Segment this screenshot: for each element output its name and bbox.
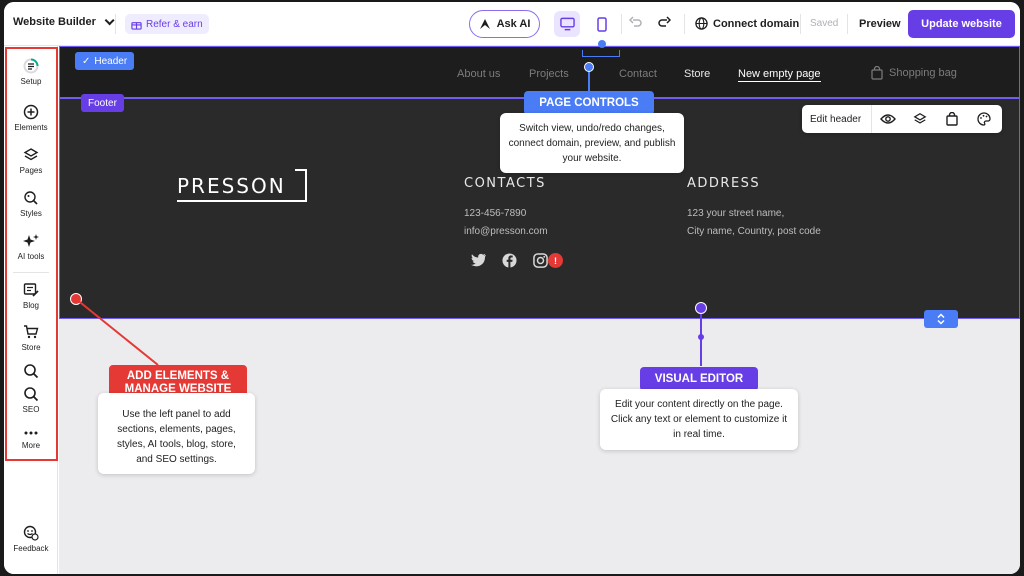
connect-domain-button[interactable]: Connect domain [695, 17, 799, 30]
layers-icon [913, 113, 927, 124]
nav-link-store[interactable]: Store [684, 68, 710, 80]
divider [847, 14, 848, 34]
add-elements-description: Use the left panel to add sections, elem… [98, 393, 255, 474]
edit-header-button[interactable]: Edit header [802, 105, 873, 133]
mobile-view-button[interactable] [589, 11, 615, 37]
check-icon: ✓ [82, 55, 91, 67]
address-title[interactable]: ADDRESS [687, 176, 760, 191]
left-panel: Setup Elements Pages Styles AI tools Blo… [4, 46, 58, 574]
refer-earn-button[interactable]: Refer & earn [125, 14, 209, 34]
address-line-2[interactable]: City name, Country, post code [687, 226, 821, 237]
divider [115, 14, 116, 34]
shopping-bag-icon [871, 66, 883, 80]
globe-icon [695, 17, 708, 30]
update-website-button[interactable]: Update website [908, 10, 1015, 38]
ai-sparkle-icon [479, 19, 490, 29]
page-controls-marker [598, 40, 606, 48]
redo-button[interactable] [657, 16, 671, 30]
nav-link-contact[interactable]: Contact [619, 68, 657, 80]
chevron-down-icon [104, 14, 115, 25]
header-tag-label: Header [94, 55, 128, 67]
layers-button[interactable] [904, 105, 936, 133]
feedback-button[interactable]: Feedback [4, 525, 58, 553]
refer-label: Refer & earn [146, 18, 203, 30]
page-controls-description: Switch view, undo/redo changes, connect … [500, 113, 684, 173]
feedback-smile-icon [23, 525, 39, 541]
page-controls-dot [584, 62, 594, 72]
nav-link-about[interactable]: About us [457, 68, 500, 80]
shopping-bag-icon [946, 112, 958, 126]
chevron-up-down-icon [937, 313, 945, 325]
saved-status: Saved [810, 18, 839, 29]
warning-badge[interactable]: ! [548, 253, 563, 268]
palette-icon [977, 112, 991, 126]
top-bar: Website Builder Refer & earn Ask AI Conn… [4, 2, 1020, 46]
shopping-bag-label: Shopping bag [889, 67, 957, 79]
style-button[interactable] [968, 105, 1000, 133]
site-logo[interactable]: PRESSON [177, 174, 286, 198]
shopping-bag-link[interactable]: Shopping bag [871, 66, 957, 80]
desktop-icon [559, 17, 575, 31]
visual-editor-description: Edit your content directly on the page. … [600, 389, 798, 450]
page-controls-title: PAGE CONTROLS [524, 91, 654, 115]
divider [621, 14, 622, 34]
instagram-icon[interactable] [533, 253, 548, 268]
eye-icon [880, 114, 897, 124]
nav-link-new-page[interactable]: New empty page [738, 68, 821, 82]
add-elements-connector [76, 299, 159, 366]
brand-label: Website Builder [13, 16, 96, 28]
contacts-title[interactable]: CONTACTS [464, 176, 546, 191]
header-section-tag[interactable]: ✓ Header [75, 52, 135, 70]
gift-icon [131, 21, 142, 30]
contact-email[interactable]: info@presson.com [464, 226, 548, 237]
page-controls-bracket [582, 50, 620, 57]
desktop-view-button[interactable] [554, 11, 580, 37]
preview-button[interactable]: Preview [859, 18, 901, 30]
connect-domain-label: Connect domain [713, 17, 800, 30]
visibility-button[interactable] [872, 105, 904, 133]
undo-icon [629, 16, 642, 27]
visual-editor-title: VISUAL EDITOR [640, 367, 758, 391]
contact-phone[interactable]: 123-456-7890 [464, 208, 526, 219]
visual-editor-dot [695, 302, 707, 314]
website-builder-menu[interactable]: Website Builder [13, 14, 115, 28]
feedback-label: Feedback [13, 544, 49, 553]
ask-ai-label: Ask AI [496, 18, 531, 30]
app-window: Website Builder Refer & earn Ask AI Conn… [4, 2, 1020, 574]
divider [684, 14, 685, 34]
redo-icon [658, 16, 671, 27]
ask-ai-button[interactable]: Ask AI [469, 10, 540, 38]
address-line-1[interactable]: 123 your street name, [687, 208, 784, 219]
twitter-icon[interactable] [471, 253, 487, 267]
left-panel-highlight [5, 47, 58, 461]
visual-editor-mid-dot [698, 334, 704, 340]
bag-button[interactable] [936, 105, 968, 133]
section-resize-handle[interactable] [924, 310, 958, 328]
divider [800, 14, 801, 34]
footer-section-tag[interactable]: Footer [81, 94, 124, 112]
nav-link-projects[interactable]: Projects [529, 68, 569, 80]
visual-editor-connector [700, 314, 702, 366]
undo-button[interactable] [629, 16, 643, 30]
facebook-icon[interactable] [502, 253, 517, 268]
section-toolbar: Edit header [802, 105, 1002, 133]
mobile-icon [597, 16, 607, 32]
